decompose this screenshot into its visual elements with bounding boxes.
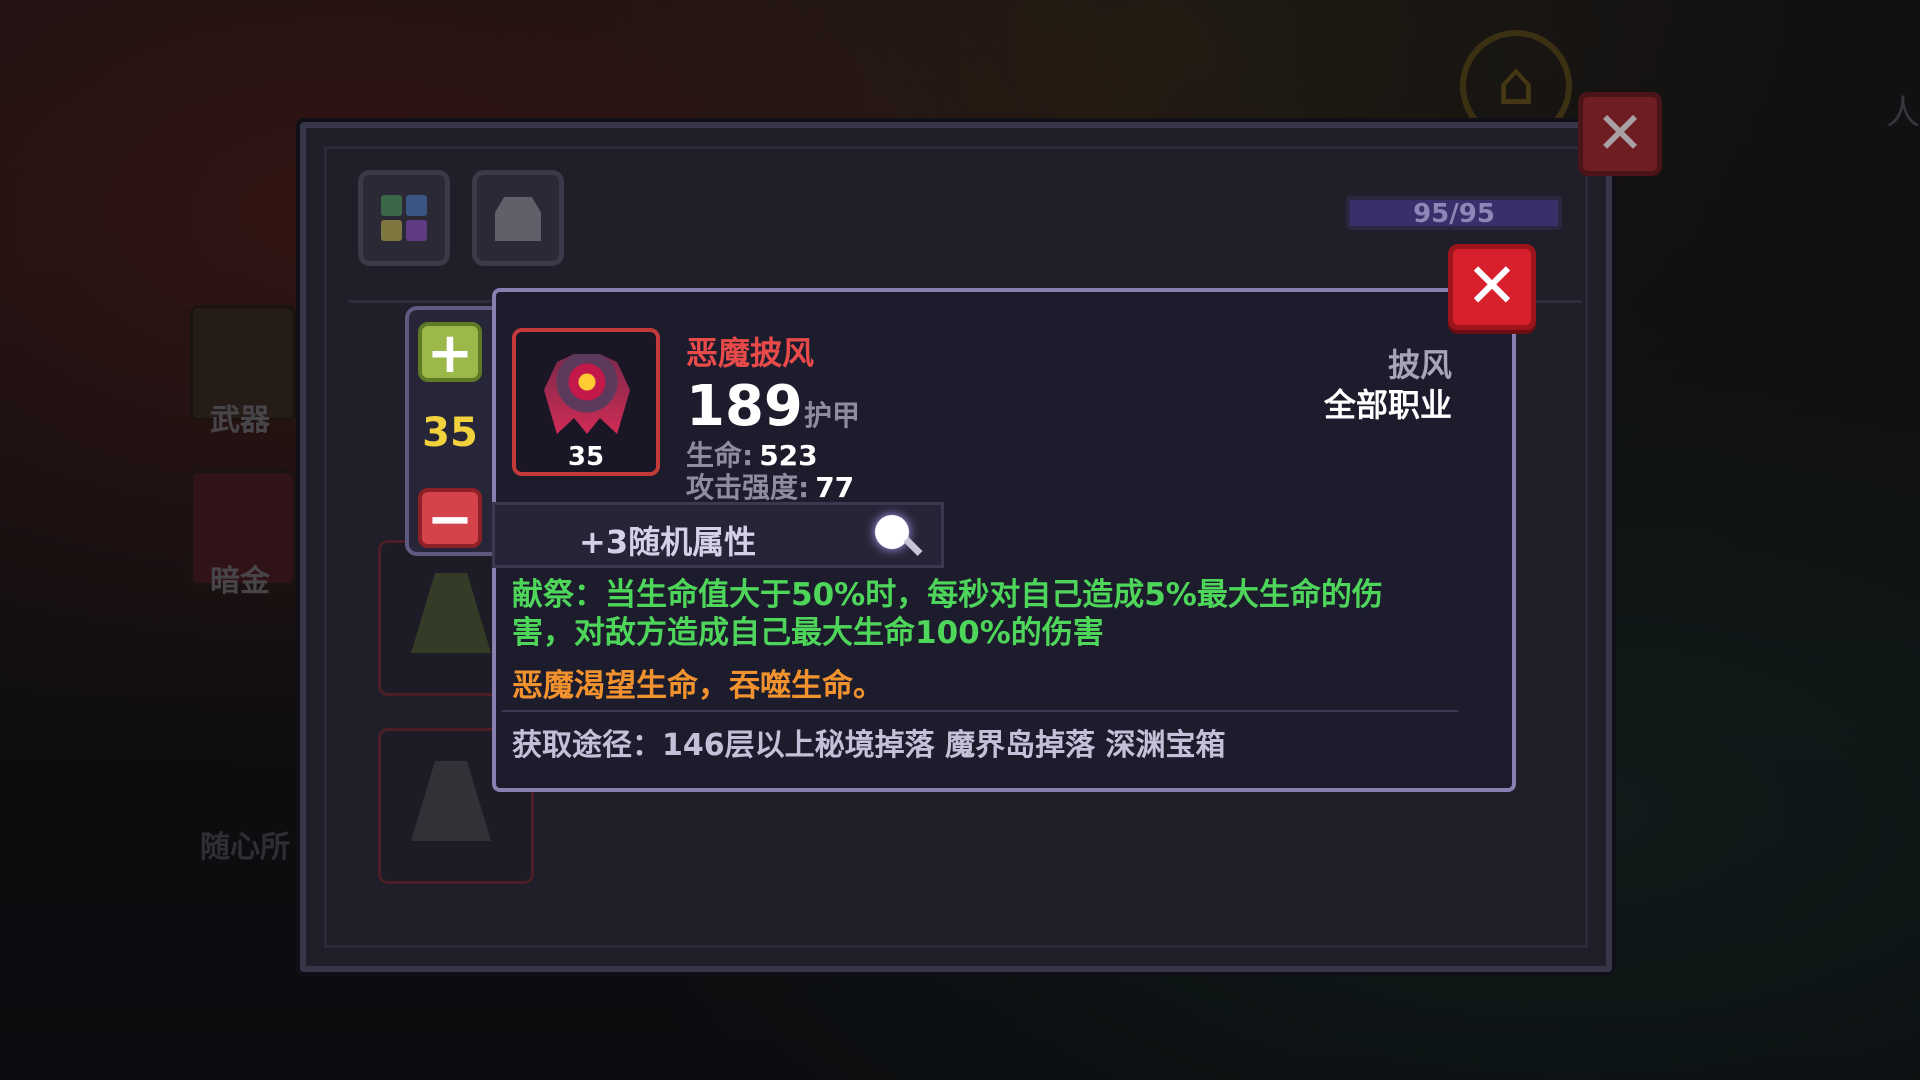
magnifier-icon[interactable] bbox=[875, 515, 909, 549]
tab-all-items[interactable] bbox=[358, 170, 450, 266]
tooltip-divider bbox=[502, 710, 1458, 712]
random-attributes-text: +3随机属性 bbox=[579, 523, 757, 561]
stat-label: 攻击强度: bbox=[686, 471, 810, 504]
item-tooltip: 35 恶魔披风 189 护甲 生命: 523 攻击强度: 77 披风 全部职业 +3… bbox=[492, 288, 1516, 792]
item-level: 35 bbox=[567, 442, 605, 472]
stat-value: 77 bbox=[815, 471, 855, 504]
level-minus-button[interactable]: − bbox=[418, 488, 482, 548]
cloak-icon bbox=[411, 573, 491, 653]
level-control: + 35 − bbox=[405, 306, 495, 556]
effect-text: 献祭：当生命值大于50%时，每秒对自己造成5%最大生命的伤害，对敌方造成自己最大… bbox=[512, 577, 1383, 651]
item-icon-frame: 35 bbox=[512, 328, 660, 476]
tooltip-close-button[interactable]: ✕ bbox=[1448, 244, 1536, 330]
stat-row: 攻击强度: 77 bbox=[686, 466, 854, 506]
demon-cloak-icon bbox=[544, 354, 630, 434]
level-value: 35 bbox=[422, 410, 478, 456]
source-text: 获取途径：146层以上秘境掉落 魔界岛掉落 深渊宝箱 bbox=[512, 728, 1226, 763]
tab-armor[interactable] bbox=[472, 170, 564, 266]
armor-label: 护甲 bbox=[804, 399, 861, 432]
armor-icon bbox=[495, 197, 541, 241]
item-name: 恶魔披风 bbox=[686, 334, 815, 372]
inventory-capacity: 95/95 bbox=[1346, 196, 1562, 230]
grid-icon bbox=[381, 195, 427, 241]
item-class: 全部职业 bbox=[1323, 386, 1452, 424]
cloak-icon bbox=[411, 761, 491, 841]
random-attributes-bar[interactable]: +3随机属性 bbox=[492, 502, 944, 568]
flavor-text: 恶魔渴望生命，吞噬生命。 bbox=[512, 668, 884, 704]
level-plus-button[interactable]: + bbox=[418, 322, 482, 382]
armor-value: 189 bbox=[686, 374, 803, 439]
magnifier-handle bbox=[903, 536, 923, 557]
panel-close-button[interactable]: ✕ bbox=[1578, 92, 1662, 176]
